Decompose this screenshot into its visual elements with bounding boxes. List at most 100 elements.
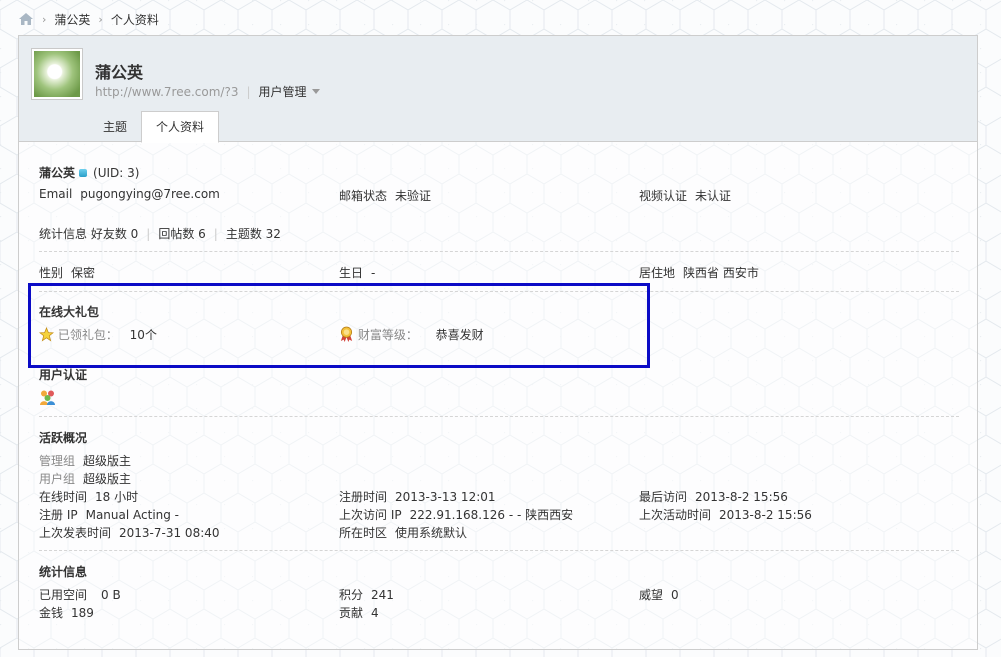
video-verify-value: 未认证 [695,189,732,203]
breadcrumb-user-link[interactable]: 蒲公英 [54,11,90,28]
tab-profile[interactable]: 个人资料 [141,111,220,143]
url-separator: | [246,84,251,99]
reg-ip-row: 注册 IP Manual Acting - [39,506,179,523]
birthday-label: 生日 [339,266,364,280]
online-time-row: 在线时间 18 小时 [39,488,138,505]
money-row: 金钱 189 [39,604,94,621]
last-ip-value: 222.91.168.126 - - 陕西西安 [409,508,574,522]
divider [39,550,959,551]
timezone-value: 使用系统默认 [395,526,468,540]
contrib-value: 4 [371,606,379,620]
chevron-down-icon [311,89,320,94]
header-user-url-row: http://www.7ree.com/?3 | 用户管理 [95,83,320,100]
online-time-value: 18 小时 [95,490,139,504]
user-group-label: 用户组 [39,472,76,486]
friends-count-link[interactable]: 好友数 0 [91,227,138,241]
online-time-label: 在线时间 [39,490,88,504]
last-active-value: 2013-8-2 15:56 [719,508,812,522]
prestige-label: 威望 [639,588,664,602]
residence-row: 居住地 陕西省 西安市 [639,264,759,281]
space-label: 已用空间 [39,588,88,602]
breadcrumb: › 蒲公英 › 个人资料 [18,10,159,28]
divider [39,251,959,252]
topics-count-link[interactable]: 主题数 32 [226,227,281,241]
profile-tabs: 主题 个人资料 [89,111,220,143]
space-value: 0 B [101,588,121,602]
email-row: Email pugongying@7ree.com [39,187,220,201]
prestige-value: 0 [671,588,679,602]
last-post-value: 2013-7-31 08:40 [119,526,220,540]
email-status-label: 邮箱状态 [339,189,388,203]
highlight-box [28,283,650,368]
timezone-label: 所在时区 [339,526,388,540]
money-label: 金钱 [39,606,64,620]
breadcrumb-separator: › [42,12,47,26]
header-user-name: 蒲公英 [95,63,144,82]
email-status-row: 邮箱状态 未验证 [339,187,431,204]
gender-label: 性别 [39,266,64,280]
last-visit-row: 最后访问 2013-8-2 15:56 [639,488,788,505]
avatar-image [34,51,80,97]
online-status-icon [79,169,88,177]
user-management-label: 用户管理 [258,85,307,99]
users-icon[interactable] [39,389,56,406]
email-status-value: 未验证 [395,189,432,203]
stats-summary-row: 统计信息 好友数 0 | 回帖数 6 | 主题数 32 [39,225,281,242]
stats-summary-label: 统计信息 [39,227,88,241]
gender-row: 性别 保密 [39,264,95,281]
video-verify-label: 视频认证 [639,189,688,203]
reg-ip-value: Manual Acting - [85,508,180,522]
last-ip-label: 上次访问 IP [339,508,402,522]
last-active-label: 上次活动时间 [639,508,712,522]
breadcrumb-current: 个人资料 [110,12,159,27]
stats-separator: | [146,227,151,241]
last-visit-value: 2013-8-2 15:56 [695,490,788,504]
avatar[interactable] [31,48,83,100]
last-visit-label: 最后访问 [639,490,688,504]
profile-name-row: 蒲公英 (UID: 3) [39,164,139,181]
contrib-label: 贡献 [339,606,364,620]
contrib-row: 贡献 4 [339,604,379,621]
reg-time-value: 2013-3-13 12:01 [395,490,496,504]
residence-value: 陕西省 西安市 [683,266,759,280]
email-value: pugongying@7ree.com [80,187,220,201]
replies-count-link[interactable]: 回帖数 6 [158,227,205,241]
profile-header: 蒲公英 http://www.7ree.com/?3 | 用户管理 主题 个人资… [19,36,977,143]
user-management-dropdown[interactable]: 用户管理 [259,83,320,100]
points-label: 积分 [339,588,364,602]
last-ip-row: 上次访问 IP 222.91.168.126 - - 陕西西安 [339,506,573,523]
verify-badges [39,389,56,409]
reg-ip-label: 注册 IP [39,508,78,522]
timezone-row: 所在时区 使用系统默认 [339,524,467,541]
video-verify-row: 视频认证 未认证 [639,187,731,204]
last-active-row: 上次活动时间 2013-8-2 15:56 [639,506,812,523]
breadcrumb-separator: › [98,12,103,26]
user-space-url[interactable]: http://www.7ree.com/?3 [95,85,238,99]
verify-section-title: 用户认证 [39,368,88,382]
user-group-row: 用户组 超级版主 [39,470,131,487]
user-group-value[interactable]: 超级版主 [83,472,131,486]
reg-time-label: 注册时间 [339,490,388,504]
admin-group-value[interactable]: 超级版主 [83,454,131,468]
profile-uid: (UID: 3) [93,166,140,180]
residence-label: 居住地 [639,266,676,280]
profile-name: 蒲公英 [39,166,76,180]
birthday-value: - [371,266,376,280]
points-row: 积分 241 [339,586,394,603]
space-row: 已用空间 0 B [39,586,121,603]
activity-section-title: 活跃概况 [39,431,88,445]
prestige-row: 威望 0 [639,586,679,603]
points-value: 241 [371,588,394,602]
home-icon[interactable] [18,12,34,26]
reg-time-row: 注册时间 2013-3-13 12:01 [339,488,496,505]
tab-topics[interactable]: 主题 [89,112,141,142]
divider [39,416,959,417]
last-post-row: 上次发表时间 2013-7-31 08:40 [39,524,220,541]
last-post-label: 上次发表时间 [39,526,112,540]
admin-group-row: 管理组 超级版主 [39,452,131,469]
gender-value: 保密 [71,266,96,280]
money-value: 189 [71,606,94,620]
birthday-row: 生日 - [339,264,375,281]
admin-group-label: 管理组 [39,454,76,468]
email-label: Email [39,187,73,201]
